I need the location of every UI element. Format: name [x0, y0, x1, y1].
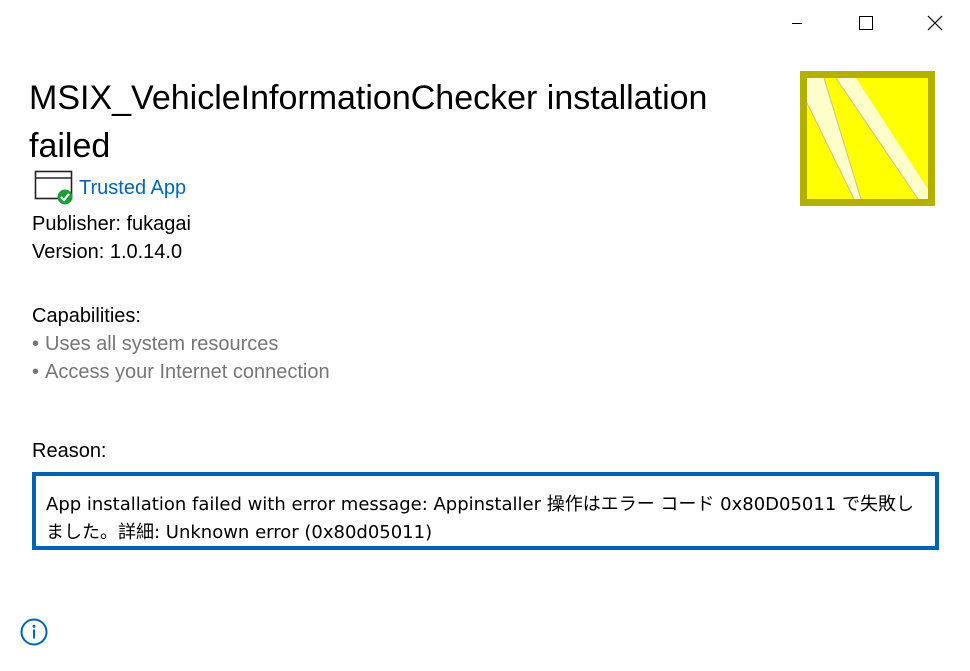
error-message-box: App installation failed with error messa… — [32, 472, 939, 550]
close-button[interactable] — [901, 0, 969, 46]
capability-item: • Access your Internet connection — [32, 361, 330, 383]
info-button[interactable] — [19, 617, 49, 647]
app-logo-icon — [800, 71, 935, 206]
publisher-label: Publisher: fukagai — [32, 213, 191, 235]
error-message-text: App installation failed with error messa… — [46, 494, 915, 543]
info-icon — [20, 618, 48, 646]
page-title: MSIX_VehicleInformationChecker installat… — [29, 79, 708, 165]
maximize-icon — [859, 16, 873, 30]
capabilities-heading: Capabilities: — [32, 305, 141, 327]
capabilities-list: • Uses all system resources • Access your … — [32, 330, 330, 386]
trusted-app-link[interactable]: Trusted App — [79, 177, 186, 200]
close-icon — [927, 15, 943, 31]
minimize-button[interactable] — [763, 0, 831, 46]
version-label: Version: 1.0.14.0 — [32, 241, 183, 263]
maximize-button[interactable] — [832, 0, 900, 46]
certificate-check-icon — [34, 169, 76, 205]
trusted-app-row: Trusted App — [34, 169, 186, 205]
reason-heading: Reason: — [32, 440, 107, 462]
capability-item: • Uses all system resources — [32, 333, 279, 355]
capability-label: Access your Internet connection — [45, 361, 330, 383]
capability-label: Uses all system resources — [45, 333, 279, 355]
minimize-icon — [792, 23, 802, 24]
